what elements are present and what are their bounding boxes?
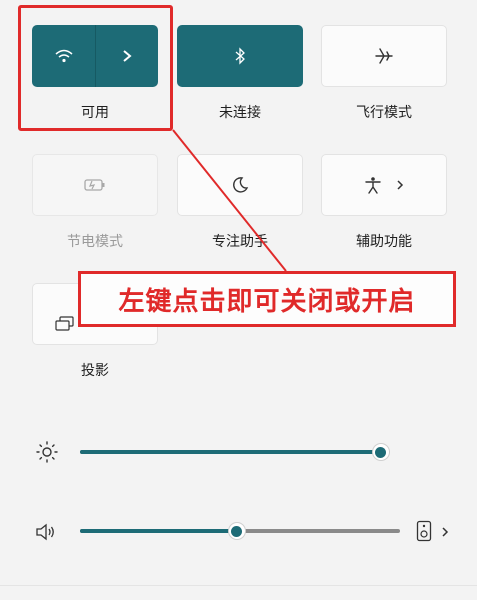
- audio-output-icon[interactable]: [416, 520, 432, 542]
- brightness-slider-fill: [80, 450, 381, 454]
- brightness-icon: [36, 441, 58, 463]
- volume-slider-fill: [80, 529, 237, 533]
- speaker-icon[interactable]: [35, 522, 57, 542]
- volume-slider-thumb[interactable]: [227, 522, 246, 540]
- annotation-callout: 左键点击即可关闭或开启: [78, 271, 456, 327]
- divider: [0, 585, 477, 586]
- chevron-right-icon[interactable]: [441, 526, 449, 538]
- brightness-slider-thumb[interactable]: [371, 443, 390, 461]
- brightness-slider[interactable]: [80, 450, 390, 454]
